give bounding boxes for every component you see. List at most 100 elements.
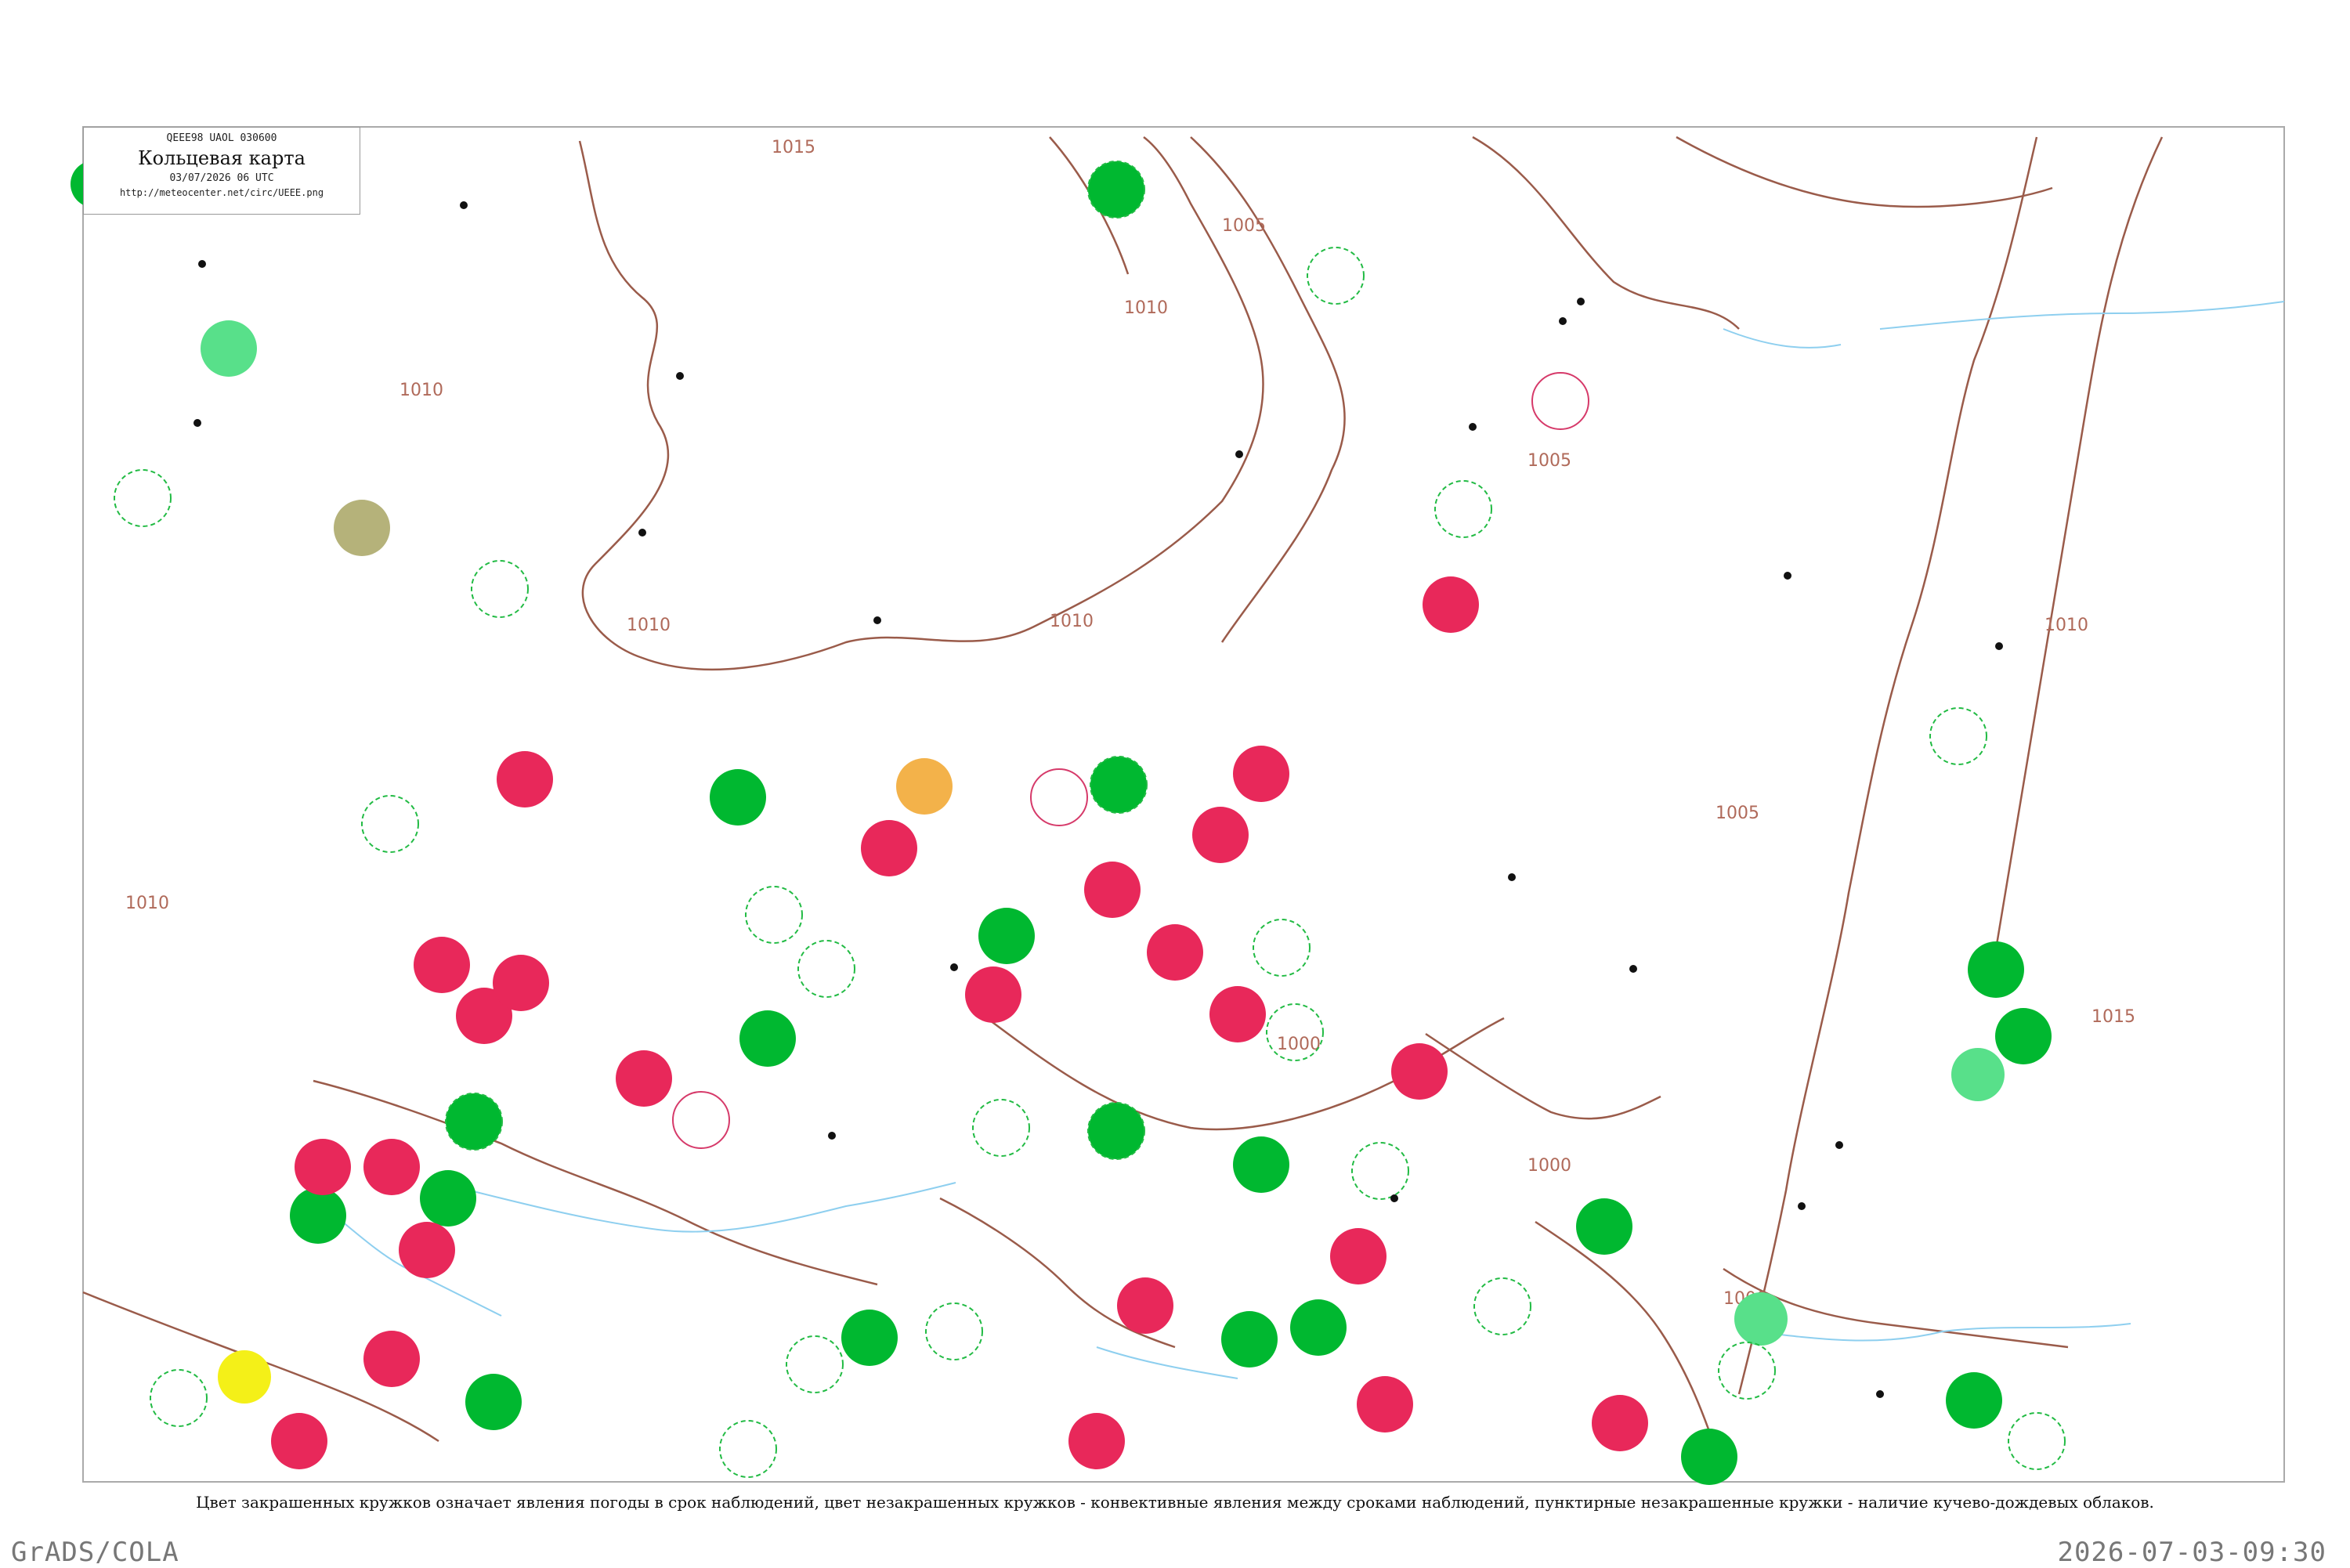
station-dot (1798, 1202, 1806, 1210)
station-dot (1469, 423, 1477, 431)
station-dot (460, 201, 468, 209)
thunder-ring (1030, 768, 1088, 826)
rain-station-circle (965, 966, 1021, 1023)
cb-ring (925, 1302, 983, 1360)
map-datetime: 03/07/2026 06 UTC (169, 172, 274, 184)
shower-station-circle (710, 769, 766, 826)
cb-ring (1718, 1342, 1776, 1400)
cb-ring (745, 886, 803, 944)
rain-station-circle (414, 937, 470, 993)
isobar-label: 1010 (125, 894, 169, 913)
shower-station-circle (1233, 1136, 1289, 1193)
rain-station-circle (1233, 746, 1289, 802)
rain-station-circle (493, 955, 549, 1011)
station-dot (638, 529, 646, 537)
legend-caption: Цвет закрашенных кружков означает явлени… (196, 1493, 2154, 1512)
shower-station-circle (290, 1187, 346, 1244)
isobar-label: 1010 (1050, 612, 1094, 631)
cb-ring (2008, 1412, 2066, 1470)
isobar-label: 1010 (1124, 298, 1168, 318)
render-timestamp: 2026-07-03-09:30 (2057, 1537, 2326, 1568)
fog-station-circle (896, 758, 953, 815)
isobar-label: 1015 (772, 138, 815, 157)
cb-ring (972, 1099, 1030, 1157)
cb-ring (114, 469, 172, 527)
isobar-label: 1005 (1222, 216, 1266, 236)
shower-station-circle (1090, 756, 1148, 814)
thunder-ring (672, 1091, 730, 1149)
station-dot (1508, 873, 1516, 881)
station-dot (950, 963, 958, 971)
rain-station-circle (271, 1413, 327, 1469)
station-dot (1784, 572, 1791, 580)
cb-ring (786, 1335, 844, 1393)
haze-station-circle (334, 500, 390, 556)
rain-station-circle (1147, 924, 1203, 981)
shower-station-circle (1995, 1008, 2052, 1064)
cb-ring (1929, 707, 1987, 765)
shower-station-circle (1087, 161, 1145, 219)
light-shower-station-circle (201, 320, 257, 377)
shower-station-circle (1946, 1372, 2002, 1429)
station-dot (1577, 298, 1585, 305)
cb-ring (719, 1420, 777, 1478)
isobar-label: 1000 (1528, 1156, 1571, 1176)
rain-station-circle (861, 820, 917, 876)
light-shower-station-circle (1951, 1048, 2005, 1101)
shower-station-circle (465, 1374, 522, 1430)
station-dot (193, 419, 201, 427)
station-dot (1835, 1141, 1843, 1149)
station-dot (1876, 1390, 1884, 1398)
rain-station-circle (1117, 1277, 1173, 1334)
map-title: Кольцевая карта (138, 147, 306, 169)
cb-ring (361, 795, 419, 853)
shower-station-circle (1576, 1198, 1632, 1255)
cb-ring (1351, 1142, 1409, 1200)
station-dot (1995, 642, 2003, 650)
shower-station-circle (1087, 1102, 1145, 1160)
rain-station-circle (1068, 1413, 1125, 1469)
map-title-box: QEEE98 UAOL 030600 Кольцевая карта 03/07… (83, 127, 360, 215)
station-dot (1559, 317, 1567, 325)
cb-ring (1473, 1277, 1531, 1335)
shower-station-circle (1221, 1311, 1278, 1367)
rain-station-circle (497, 751, 553, 807)
station-dot (1235, 450, 1243, 458)
isobar-label: 1015 (2092, 1007, 2135, 1027)
cb-ring (471, 560, 529, 618)
shower-station-circle (841, 1310, 898, 1366)
cb-ring (1253, 919, 1311, 977)
rivers (313, 301, 2285, 1379)
station-dot (1629, 965, 1637, 973)
rain-station-circle (1391, 1043, 1448, 1100)
shower-station-circle (445, 1093, 503, 1151)
light-shower-station-circle (1734, 1292, 1788, 1346)
cb-ring (1434, 480, 1492, 538)
shower-station-circle (1681, 1429, 1737, 1485)
rain-station-circle (1330, 1228, 1386, 1284)
rain-station-circle (1357, 1376, 1413, 1433)
cb-ring (1307, 247, 1365, 305)
isobar-label: 1005 (1528, 451, 1571, 471)
station-dot (828, 1132, 836, 1140)
rain-station-circle (363, 1331, 420, 1387)
rain-station-circle (295, 1139, 351, 1195)
isobar-label: 1010 (2044, 616, 2088, 635)
rain-station-circle (1209, 986, 1266, 1042)
rain-station-circle (616, 1050, 672, 1107)
station-dot (873, 616, 881, 624)
rain-station-circle (399, 1222, 455, 1278)
bulletin-code: QEEE98 UAOL 030600 (166, 132, 277, 144)
rain-station-circle (1192, 807, 1249, 863)
thunder-ring (1531, 372, 1589, 430)
rain-station-circle (1084, 862, 1141, 918)
shower-station-circle (978, 908, 1035, 964)
shower-station-circle (1968, 941, 2024, 998)
isobar-label: 1000 (1277, 1035, 1321, 1054)
weather-map: 1015 1010 1005 1010 1010 1010 1005 1005 … (70, 126, 2285, 1485)
software-credit: GrADS/COLA (11, 1537, 179, 1568)
cb-ring (150, 1369, 208, 1427)
source-url: http://meteocenter.net/circ/UEEE.png (119, 187, 324, 198)
shower-station-circle (1290, 1299, 1347, 1356)
station-dot (198, 260, 206, 268)
